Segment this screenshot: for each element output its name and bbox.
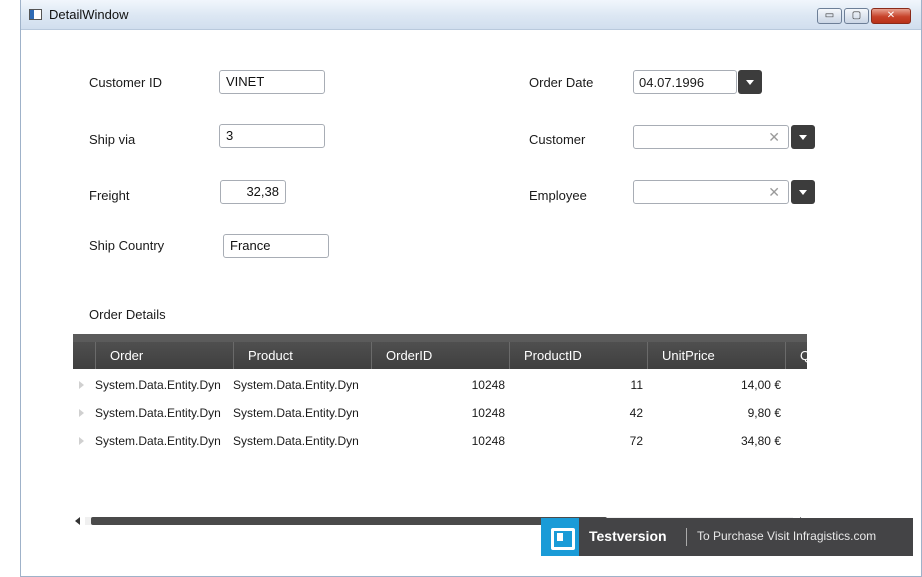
customer-label: Customer <box>529 132 586 147</box>
ship-country-input[interactable]: France <box>223 234 329 258</box>
ship-via-input[interactable]: 3 <box>219 124 325 148</box>
customer-clear-icon[interactable]: ✕ <box>768 129 780 146</box>
banner-divider <box>686 528 687 546</box>
column-header-productid[interactable]: ProductID <box>509 342 647 369</box>
scrollbar-thumb[interactable] <box>91 517 607 525</box>
cell-unitprice: 9,80 € <box>747 406 781 420</box>
scroll-left-arrow-icon[interactable] <box>75 517 80 525</box>
column-header-orderid[interactable]: OrderID <box>371 342 509 369</box>
freight-input[interactable]: 32,38 <box>220 180 286 204</box>
order-date-value: 04.07.1996 <box>639 75 705 90</box>
order-date-label: Order Date <box>529 75 594 90</box>
employee-clear-icon[interactable]: ✕ <box>768 184 780 201</box>
infragistics-logo-icon <box>541 518 579 556</box>
order-date-picker[interactable]: 04.07.1996 <box>633 70 737 94</box>
table-row[interactable]: System.Data.Entity.Dyn System.Data.Entit… <box>73 373 807 397</box>
cell-order: System.Data.Entity.Dyn <box>95 434 221 448</box>
minimize-button[interactable]: ▭ <box>817 8 842 24</box>
employee-label: Employee <box>529 188 587 203</box>
customer-dropdown-button[interactable] <box>791 125 815 149</box>
order-details-grid: Order Product OrderID ProductID UnitPric… <box>73 334 807 459</box>
cell-orderid: 10248 <box>471 406 505 420</box>
cell-productid: 42 <box>629 406 643 420</box>
cell-product: System.Data.Entity.Dyn <box>233 378 359 392</box>
cell-order: System.Data.Entity.Dyn <box>95 378 221 392</box>
row-expander-icon[interactable] <box>79 437 84 445</box>
cell-product: System.Data.Entity.Dyn <box>233 434 359 448</box>
grid-group-bar <box>73 334 807 342</box>
order-details-title: Order Details <box>89 307 166 322</box>
app-window-icon <box>29 9 42 20</box>
cell-productid: 72 <box>629 434 643 448</box>
title-bar[interactable]: DetailWindow ▭ ▢ ✕ <box>21 0 921 30</box>
row-expander-icon[interactable] <box>79 381 84 389</box>
freight-label: Freight <box>89 188 130 203</box>
cell-unitprice: 14,00 € <box>740 378 781 392</box>
customer-id-label: Customer ID <box>89 75 162 90</box>
column-header-product[interactable]: Product <box>233 342 371 369</box>
maximize-button[interactable]: ▢ <box>844 8 869 24</box>
purchase-link[interactable]: To Purchase Visit Infragistics.com <box>697 529 876 543</box>
detail-window: DetailWindow ▭ ▢ ✕ Customer ID VINET Shi… <box>20 0 922 577</box>
customer-id-input[interactable]: VINET <box>219 70 325 94</box>
cell-productid: 11 <box>630 378 643 392</box>
customer-combo[interactable]: ✕ <box>633 125 789 149</box>
close-button[interactable]: ✕ <box>871 8 911 24</box>
table-row[interactable]: System.Data.Entity.Dyn System.Data.Entit… <box>73 429 807 453</box>
column-header-unitprice[interactable]: UnitPrice <box>647 342 785 369</box>
column-header-order[interactable]: Order <box>95 342 233 369</box>
trial-label: Testversion <box>589 528 667 544</box>
employee-combo[interactable]: ✕ <box>633 180 789 204</box>
cell-order: System.Data.Entity.Dyn <box>95 406 221 420</box>
trial-banner: Testversion To Purchase Visit Infragisti… <box>541 518 913 556</box>
window-title: DetailWindow <box>49 7 129 22</box>
column-header-quantity[interactable]: Q <box>785 342 807 369</box>
cell-orderid: 10248 <box>471 378 505 392</box>
ship-via-label: Ship via <box>89 132 136 147</box>
employee-dropdown-button[interactable] <box>791 180 815 204</box>
order-date-dropdown-button[interactable] <box>738 70 762 94</box>
row-expander-icon[interactable] <box>79 409 84 417</box>
ship-country-label: Ship Country <box>89 238 165 253</box>
grid-header-row: Order Product OrderID ProductID UnitPric… <box>73 342 807 369</box>
cell-orderid: 10248 <box>471 434 505 448</box>
cell-product: System.Data.Entity.Dyn <box>233 406 359 420</box>
cell-unitprice: 34,80 € <box>740 434 781 448</box>
table-row[interactable]: System.Data.Entity.Dyn System.Data.Entit… <box>73 401 807 425</box>
